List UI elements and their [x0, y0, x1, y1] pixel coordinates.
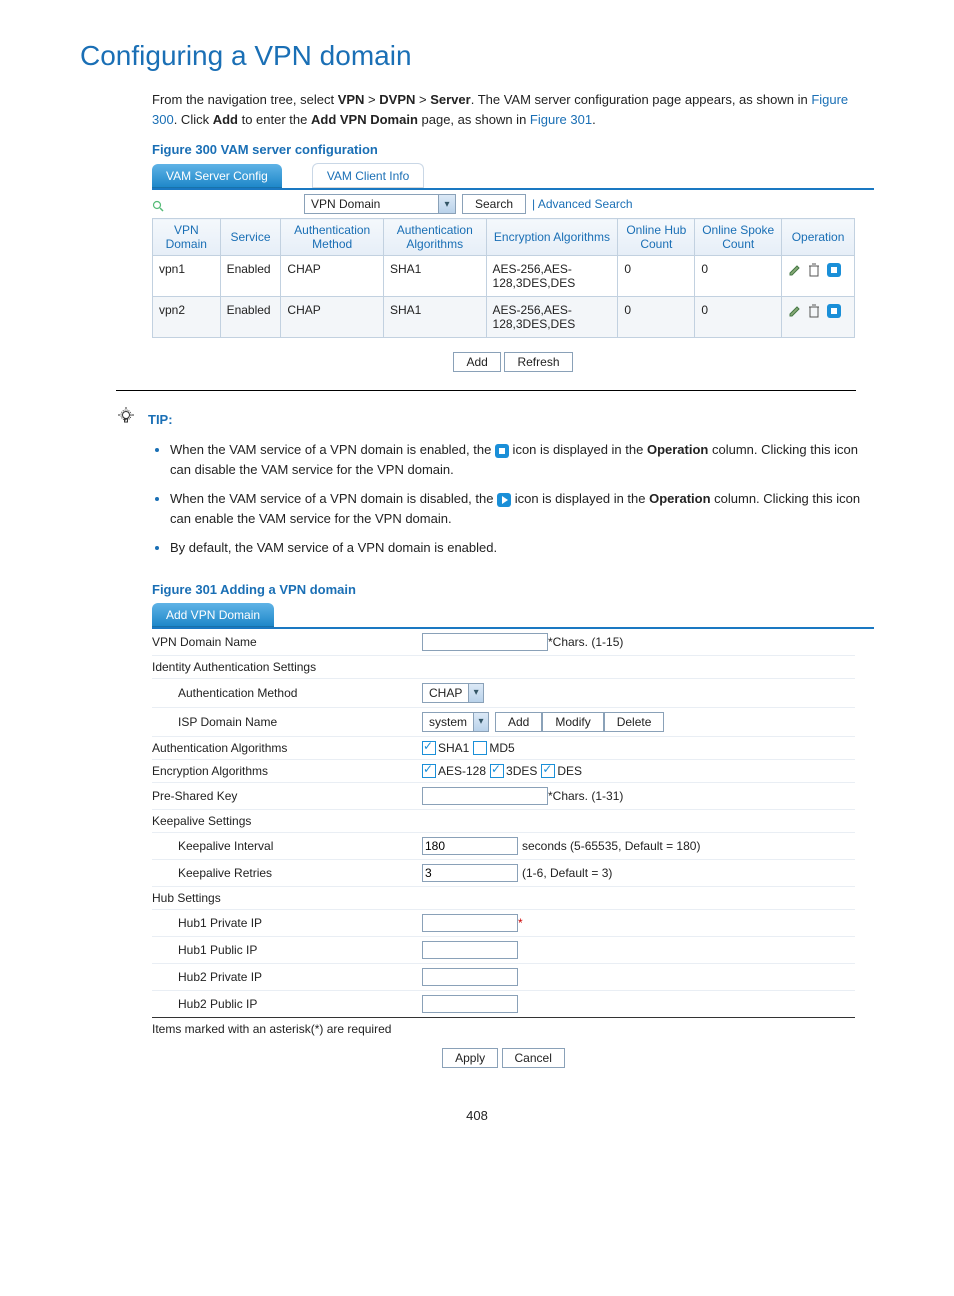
- col-spoke-count[interactable]: Online Spoke Count: [695, 219, 782, 256]
- search-icon: [152, 198, 164, 210]
- isp-domain-select[interactable]: system ▾: [422, 712, 489, 732]
- chevron-down-icon: ▾: [438, 195, 455, 213]
- tip-bulb-icon: [114, 405, 138, 434]
- col-service[interactable]: Service: [220, 219, 281, 256]
- play-icon: [497, 493, 511, 507]
- tip-item: When the VAM service of a VPN domain is …: [170, 440, 874, 479]
- required-note: Items marked with an asterisk(*) are req…: [152, 1022, 855, 1036]
- col-hub-count[interactable]: Online Hub Count: [618, 219, 695, 256]
- link-figure-301[interactable]: Figure 301: [530, 112, 592, 127]
- section-hub: Hub Settings: [152, 891, 422, 905]
- label-isp-domain: ISP Domain Name: [152, 715, 422, 729]
- hint-keepalive-retries: (1-6, Default = 3): [522, 866, 612, 880]
- hub1-private-input[interactable]: [422, 914, 518, 932]
- isp-add-button[interactable]: Add: [495, 712, 542, 732]
- label-keepalive-retries: Keepalive Retries: [152, 866, 422, 880]
- label-hub2-private: Hub2 Private IP: [152, 970, 422, 984]
- hub2-private-input[interactable]: [422, 968, 518, 986]
- hint-keepalive-interval: seconds (5-65535, Default = 180): [522, 839, 700, 853]
- vpn-domain-name-input[interactable]: [422, 633, 548, 651]
- tab-vam-client-info[interactable]: VAM Client Info: [312, 163, 424, 188]
- 3des-checkbox[interactable]: [490, 764, 504, 778]
- sha1-checkbox[interactable]: [422, 741, 436, 755]
- col-auth-algos[interactable]: Authentication Algorithms: [383, 219, 486, 256]
- page-title: Configuring a VPN domain: [80, 40, 874, 72]
- label-enc-algos: Encryption Algorithms: [152, 764, 422, 778]
- chevron-down-icon: ▾: [473, 713, 488, 731]
- refresh-button[interactable]: Refresh: [504, 352, 572, 372]
- stop-icon[interactable]: [827, 304, 841, 318]
- psk-input[interactable]: [422, 787, 548, 805]
- tip-item: By default, the VAM service of a VPN dom…: [170, 538, 874, 558]
- col-operation: Operation: [782, 219, 855, 256]
- divider: [116, 390, 856, 391]
- advanced-search-link[interactable]: | Advanced Search: [532, 197, 633, 211]
- tab-vam-server-config[interactable]: VAM Server Config: [152, 164, 282, 188]
- col-enc-algos[interactable]: Encryption Algorithms: [486, 219, 618, 256]
- delete-icon[interactable]: [808, 262, 820, 277]
- hub1-public-input[interactable]: [422, 941, 518, 959]
- label-hub2-public: Hub2 Public IP: [152, 997, 422, 1011]
- keepalive-retries-input[interactable]: [422, 864, 518, 882]
- md5-checkbox[interactable]: [473, 741, 487, 755]
- chevron-down-icon: ▾: [468, 684, 483, 702]
- edit-icon[interactable]: [788, 303, 802, 318]
- search-field-select[interactable]: VPN Domain ▾: [304, 194, 456, 214]
- cancel-button[interactable]: Cancel: [502, 1048, 565, 1068]
- label-hub1-private: Hub1 Private IP: [152, 916, 422, 930]
- figure-301-caption: Figure 301 Adding a VPN domain: [152, 582, 874, 597]
- section-keepalive: Keepalive Settings: [152, 814, 422, 828]
- tip-label: TIP:: [148, 412, 173, 427]
- hint-vpn-domain-name: *Chars. (1-15): [548, 635, 623, 649]
- col-auth-method[interactable]: Authentication Method: [281, 219, 384, 256]
- vpn-domain-table: VPN Domain Service Authentication Method…: [152, 218, 855, 338]
- label-auth-method: Authentication Method: [152, 686, 422, 700]
- isp-delete-button[interactable]: Delete: [604, 712, 665, 732]
- label-auth-algos: Authentication Algorithms: [152, 741, 422, 755]
- table-row: vpn1 Enabled CHAP SHA1 AES-256,AES-128,3…: [153, 256, 855, 297]
- delete-icon[interactable]: [808, 303, 820, 318]
- add-vpn-domain-form: VPN Domain Name *Chars. (1-15) Identity …: [152, 629, 855, 1068]
- page-number: 408: [80, 1108, 874, 1123]
- edit-icon[interactable]: [788, 262, 802, 277]
- hint-psk: *Chars. (1-31): [548, 789, 623, 803]
- isp-modify-button[interactable]: Modify: [542, 712, 603, 732]
- des-checkbox[interactable]: [541, 764, 555, 778]
- label-keepalive-interval: Keepalive Interval: [152, 839, 422, 853]
- stop-icon: [495, 444, 509, 458]
- intro-paragraph: From the navigation tree, select VPN > D…: [152, 90, 874, 129]
- label-hub1-public: Hub1 Public IP: [152, 943, 422, 957]
- auth-method-select[interactable]: CHAP ▾: [422, 683, 484, 703]
- keepalive-interval-input[interactable]: [422, 837, 518, 855]
- apply-button[interactable]: Apply: [442, 1048, 498, 1068]
- label-vpn-domain-name: VPN Domain Name: [152, 635, 422, 649]
- col-vpn-domain[interactable]: VPN Domain: [153, 219, 221, 256]
- tip-item: When the VAM service of a VPN domain is …: [170, 489, 874, 528]
- label-psk: Pre-Shared Key: [152, 789, 422, 803]
- hub2-public-input[interactable]: [422, 995, 518, 1013]
- stop-icon[interactable]: [827, 263, 841, 277]
- tab-add-vpn-domain[interactable]: Add VPN Domain: [152, 603, 274, 627]
- add-button[interactable]: Add: [453, 352, 500, 372]
- figure-300-caption: Figure 300 VAM server configuration: [152, 142, 874, 157]
- table-row: vpn2 Enabled CHAP SHA1 AES-256,AES-128,3…: [153, 297, 855, 338]
- search-button[interactable]: Search: [462, 194, 526, 214]
- section-identity: Identity Authentication Settings: [152, 660, 422, 674]
- aes128-checkbox[interactable]: [422, 764, 436, 778]
